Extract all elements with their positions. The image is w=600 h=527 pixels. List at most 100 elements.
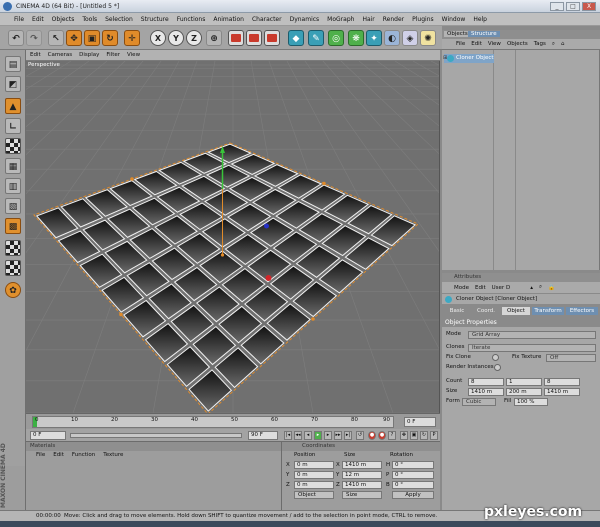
- home-icon[interactable]: ⌂: [561, 41, 565, 47]
- array-icon[interactable]: ❋: [348, 30, 364, 46]
- cloned-tile-grid[interactable]: [33, 142, 419, 413]
- tab-structure[interactable]: Structure: [468, 31, 500, 37]
- size-z-field[interactable]: 1410 m: [342, 481, 382, 489]
- scene-object-icon[interactable]: ◐: [384, 30, 400, 46]
- prev-key-icon[interactable]: ◂◂: [294, 431, 302, 440]
- points-mode-icon[interactable]: ▦: [5, 158, 21, 174]
- object-mode-icon[interactable]: ▲: [5, 98, 21, 114]
- viewport-menu-display[interactable]: Display: [79, 52, 99, 58]
- edges-mode-icon[interactable]: ▥: [5, 178, 21, 194]
- end-frame-field[interactable]: 90 F: [248, 431, 278, 440]
- param-key-icon[interactable]: P: [430, 431, 438, 440]
- scale-tool-icon[interactable]: ▣: [84, 30, 100, 46]
- undo-icon[interactable]: ↶: [8, 30, 24, 46]
- deformer-icon[interactable]: ✦: [366, 30, 382, 46]
- tab-objects[interactable]: Objects: [444, 31, 471, 37]
- menu-mograph[interactable]: MoGraph: [323, 13, 358, 25]
- texture-mode-icon[interactable]: ∟: [5, 118, 21, 134]
- size-x-field[interactable]: 1410 m: [342, 461, 382, 469]
- light-icon[interactable]: ✺: [420, 30, 436, 46]
- current-frame-field[interactable]: 0 F: [404, 417, 436, 427]
- size-z-field[interactable]: 1410 m: [544, 388, 580, 396]
- size-x-field[interactable]: 1410 m: [468, 388, 504, 396]
- mode-select[interactable]: Grid Array: [468, 331, 596, 339]
- camera-icon[interactable]: ◈: [402, 30, 418, 46]
- arrow-up-icon[interactable]: ▴: [530, 285, 533, 291]
- menu-tools[interactable]: Tools: [78, 13, 101, 25]
- search-icon[interactable]: ⌕: [552, 41, 555, 48]
- menu-animation[interactable]: Animation: [209, 13, 248, 25]
- goto-end-icon[interactable]: ▸|: [344, 431, 352, 440]
- fix-texture-select[interactable]: Off: [546, 354, 596, 362]
- next-key-icon[interactable]: ▸▸: [334, 431, 342, 440]
- rotation-h-field[interactable]: 0 °: [392, 461, 434, 469]
- record-key-icon[interactable]: ●: [368, 431, 376, 440]
- live-selection-icon[interactable]: ↖: [48, 30, 64, 46]
- goto-start-icon[interactable]: |◂: [284, 431, 292, 440]
- viewport-menu-filter[interactable]: Filter: [106, 52, 120, 58]
- objects-menu-edit[interactable]: Edit: [471, 41, 482, 47]
- form-select[interactable]: Cubic: [462, 398, 496, 406]
- menu-window[interactable]: Window: [438, 13, 470, 25]
- menu-structure[interactable]: Structure: [137, 13, 173, 25]
- spline-pen-icon[interactable]: ✎: [308, 30, 324, 46]
- autokey-icon[interactable]: ●: [378, 431, 386, 440]
- close-button[interactable]: X: [582, 2, 596, 11]
- play-icon[interactable]: ▸: [314, 431, 322, 440]
- maximize-button[interactable]: □: [566, 2, 580, 11]
- viewport-menu-cameras[interactable]: Cameras: [48, 52, 72, 58]
- count-z-field[interactable]: 8: [544, 378, 580, 386]
- fill-field[interactable]: 100 %: [514, 398, 548, 406]
- y-axis-lock-button[interactable]: Y: [168, 30, 184, 46]
- rotation-key-icon[interactable]: ↻: [420, 431, 428, 440]
- position-x-field[interactable]: 0 m: [294, 461, 334, 469]
- rotation-p-field[interactable]: 0 °: [392, 471, 434, 479]
- move-tool-icon[interactable]: ✥: [66, 30, 82, 46]
- tab-effectors[interactable]: Effectors: [566, 307, 598, 315]
- material-menu-function[interactable]: Function: [72, 451, 95, 460]
- coordinate-mode-select[interactable]: Object: [294, 491, 334, 499]
- tab-transform[interactable]: Transform: [532, 307, 564, 315]
- list-item[interactable]: ⊞ Cloner Object: [443, 54, 494, 63]
- prev-frame-icon[interactable]: ◂: [304, 431, 312, 440]
- attr-menu-edit[interactable]: Edit: [475, 285, 486, 291]
- viewport-menu-edit[interactable]: Edit: [30, 52, 41, 58]
- menu-objects[interactable]: Objects: [48, 13, 79, 25]
- attr-menu-user-data[interactable]: User D: [492, 285, 511, 291]
- render-instances-checkbox[interactable]: [494, 364, 501, 371]
- perspective-viewport[interactable]: Perspective: [26, 61, 440, 413]
- menu-file[interactable]: File: [10, 13, 28, 25]
- next-frame-icon[interactable]: ▸: [324, 431, 332, 440]
- menu-edit[interactable]: Edit: [28, 13, 48, 25]
- size-y-field[interactable]: 200 m: [506, 388, 542, 396]
- menu-selection[interactable]: Selection: [101, 13, 137, 25]
- objects-menu-tags[interactable]: Tags: [534, 41, 546, 47]
- timeline-ruler[interactable]: 0 10 20 30 40 50 60 70 80 90: [32, 416, 394, 428]
- position-key-icon[interactable]: ✥: [400, 431, 408, 440]
- position-y-field[interactable]: 0 m: [294, 471, 334, 479]
- objects-menu-view[interactable]: View: [488, 41, 501, 47]
- coordinate-system-icon[interactable]: ⊕: [206, 30, 222, 46]
- z-axis-lock-button[interactable]: Z: [186, 30, 202, 46]
- model-mode-icon[interactable]: ◩: [5, 76, 21, 92]
- objects-menu-file[interactable]: File: [456, 41, 465, 47]
- size-mode-select[interactable]: Size: [342, 491, 382, 499]
- rotation-b-field[interactable]: 0 °: [392, 481, 434, 489]
- count-x-field[interactable]: 8: [468, 378, 504, 386]
- make-editable-icon[interactable]: ▤: [5, 56, 21, 72]
- menu-dynamics[interactable]: Dynamics: [286, 13, 324, 25]
- cube-primitive-icon[interactable]: ◆: [288, 30, 304, 46]
- menu-functions[interactable]: Functions: [173, 13, 210, 25]
- polygons-mode-icon[interactable]: ▧: [5, 198, 21, 214]
- tab-coord[interactable]: Coord.: [472, 307, 500, 315]
- menu-hair[interactable]: Hair: [358, 13, 378, 25]
- lock-icon[interactable]: 🔒: [548, 285, 555, 291]
- last-tool-icon[interactable]: ✛: [124, 30, 140, 46]
- snap-icon[interactable]: [5, 240, 21, 256]
- render-view-icon[interactable]: [228, 30, 244, 46]
- attr-menu-mode[interactable]: Mode: [454, 285, 469, 291]
- rotate-tool-icon[interactable]: ↻: [102, 30, 118, 46]
- menu-render[interactable]: Render: [379, 13, 408, 25]
- loop-icon[interactable]: ↺: [356, 431, 364, 440]
- clones-select[interactable]: Iterate: [468, 344, 596, 352]
